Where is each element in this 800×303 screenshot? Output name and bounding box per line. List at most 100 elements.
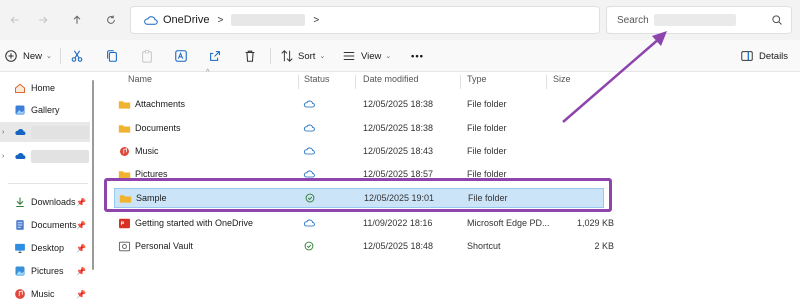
file-name-cell: Getting started with OneDrive [118, 218, 253, 229]
column-divider[interactable] [298, 75, 299, 89]
column-header-type[interactable]: Type [467, 74, 487, 90]
sidebar-item-label: Home [31, 83, 56, 93]
cut-button[interactable] [70, 47, 84, 65]
cloud-icon [15, 152, 26, 159]
column-header-size[interactable]: Size [553, 74, 571, 90]
sidebar-item-label: Music [31, 289, 55, 299]
column-divider[interactable] [460, 75, 461, 89]
more-options-button[interactable]: ••• [411, 47, 424, 65]
sidebar-item-home[interactable]: Home [0, 78, 90, 98]
desktop-icon [15, 243, 25, 253]
back-button[interactable] [6, 11, 24, 29]
file-type: File folder [467, 146, 507, 156]
sort-icon [281, 50, 293, 62]
up-button[interactable] [68, 11, 86, 29]
sidebar-item-label: Downloads [31, 197, 76, 207]
sidebar-item-label: Desktop [31, 243, 65, 253]
pdf-icon [119, 218, 130, 228]
refresh-button[interactable] [102, 11, 120, 29]
gallery-icon [15, 105, 25, 115]
file-date: 12/05/2025 18:38 [363, 123, 434, 133]
new-label: New [23, 50, 43, 62]
cloud-status-icon [303, 124, 315, 132]
file-name: Getting started with OneDrive [135, 218, 254, 228]
column-divider[interactable] [546, 75, 547, 89]
file-row-getting-started[interactable]: Getting started with OneDrive 11/09/2022… [114, 213, 614, 233]
sort-button[interactable]: Sort ⌄ [280, 47, 325, 65]
file-row-documents[interactable]: Documents 12/05/2025 18:38 File folder [114, 118, 604, 138]
breadcrumb-redacted[interactable] [231, 14, 306, 26]
sidebar-item-redacted [31, 149, 89, 163]
folder-icon [118, 124, 131, 133]
sidebar-item-onedrive-1[interactable]: › [0, 122, 90, 142]
sidebar-item-gallery[interactable]: Gallery [0, 100, 90, 120]
forward-button[interactable] [34, 11, 52, 29]
navigation-scrollbar[interactable] [92, 80, 94, 270]
highlight-annotation-box [104, 178, 612, 212]
column-header-name[interactable]: Name [128, 74, 152, 90]
cloud-icon [15, 128, 26, 135]
details-button[interactable]: Details [740, 47, 788, 65]
pin-icon[interactable]: 📌 [76, 267, 86, 276]
sidebar-item-documents[interactable]: Documents 📌 [0, 215, 90, 235]
vault-icon [118, 241, 131, 251]
breadcrumb-separator-end[interactable]: > [313, 15, 319, 26]
share-button[interactable] [208, 47, 222, 65]
folder-icon [118, 100, 131, 109]
column-divider[interactable] [355, 75, 356, 89]
file-name: Music [135, 146, 159, 156]
rename-icon [175, 50, 187, 62]
navigation-pane: Home Gallery › › Downloads 📌 Documents 📌… [0, 72, 94, 303]
file-date: 12/05/2025 18:48 [363, 241, 434, 251]
chevron-down-icon: ⌄ [46, 53, 52, 60]
new-button[interactable]: New ⌄ [4, 47, 52, 65]
sidebar-item-onedrive-2[interactable]: › [0, 146, 90, 166]
file-date: 12/05/2025 18:38 [363, 99, 434, 109]
file-type: File folder [467, 99, 507, 109]
chevron-down-icon: ⌄ [319, 53, 326, 60]
rename-button[interactable] [174, 47, 188, 65]
file-name: Personal Vault [135, 241, 193, 251]
address-bar[interactable]: OneDrive > > [130, 6, 600, 34]
sort-ascending-icon: ^ [206, 69, 210, 76]
music-icon [15, 289, 25, 299]
file-row-attachments[interactable]: Attachments 12/05/2025 18:38 File folder [114, 94, 604, 114]
sidebar-item-downloads[interactable]: Downloads 📌 [0, 192, 90, 212]
view-label: View [361, 50, 382, 62]
file-size: 1,029 KB [576, 218, 614, 228]
pin-icon[interactable]: 📌 [76, 290, 86, 299]
breadcrumb-onedrive[interactable]: OneDrive [163, 14, 209, 26]
expand-chevron-icon[interactable]: › [2, 129, 4, 136]
download-icon [16, 197, 24, 208]
breadcrumb-separator[interactable]: > [217, 15, 223, 26]
search-box[interactable]: Search [606, 6, 792, 34]
delete-button[interactable] [243, 47, 257, 65]
sidebar-item-music[interactable]: Music 📌 [0, 284, 90, 303]
search-icon[interactable] [771, 14, 783, 26]
details-pane-icon [741, 51, 753, 61]
column-header-status[interactable]: Status [304, 74, 330, 90]
pin-icon[interactable]: 📌 [76, 198, 86, 207]
column-header-date[interactable]: Date modified [363, 74, 419, 90]
file-name-cell: Music [118, 146, 159, 157]
sidebar-item-desktop[interactable]: Desktop 📌 [0, 238, 90, 258]
file-name-cell: Personal Vault [118, 241, 193, 252]
paste-button[interactable] [140, 47, 154, 65]
search-redacted [653, 14, 736, 26]
pin-icon[interactable]: 📌 [76, 244, 86, 253]
cloud-status-icon [303, 147, 315, 155]
pin-icon[interactable]: 📌 [76, 221, 86, 230]
share-icon [210, 51, 220, 61]
file-row-personal-vault[interactable]: Personal Vault 12/05/2025 18:48 Shortcut… [114, 236, 614, 256]
file-row-music[interactable]: Music 12/05/2025 18:43 File folder [114, 141, 604, 161]
sidebar-item-pictures[interactable]: Pictures 📌 [0, 261, 90, 281]
file-size: 2 KB [594, 241, 614, 251]
file-name-cell: Documents [118, 123, 181, 134]
clipboard-icon [142, 49, 152, 63]
expand-chevron-icon[interactable]: › [2, 153, 4, 160]
view-button[interactable]: View ⌄ [342, 47, 391, 65]
copy-button[interactable] [105, 47, 119, 65]
divider [8, 183, 88, 184]
file-type: File folder [467, 123, 507, 133]
file-name: Attachments [135, 99, 186, 109]
